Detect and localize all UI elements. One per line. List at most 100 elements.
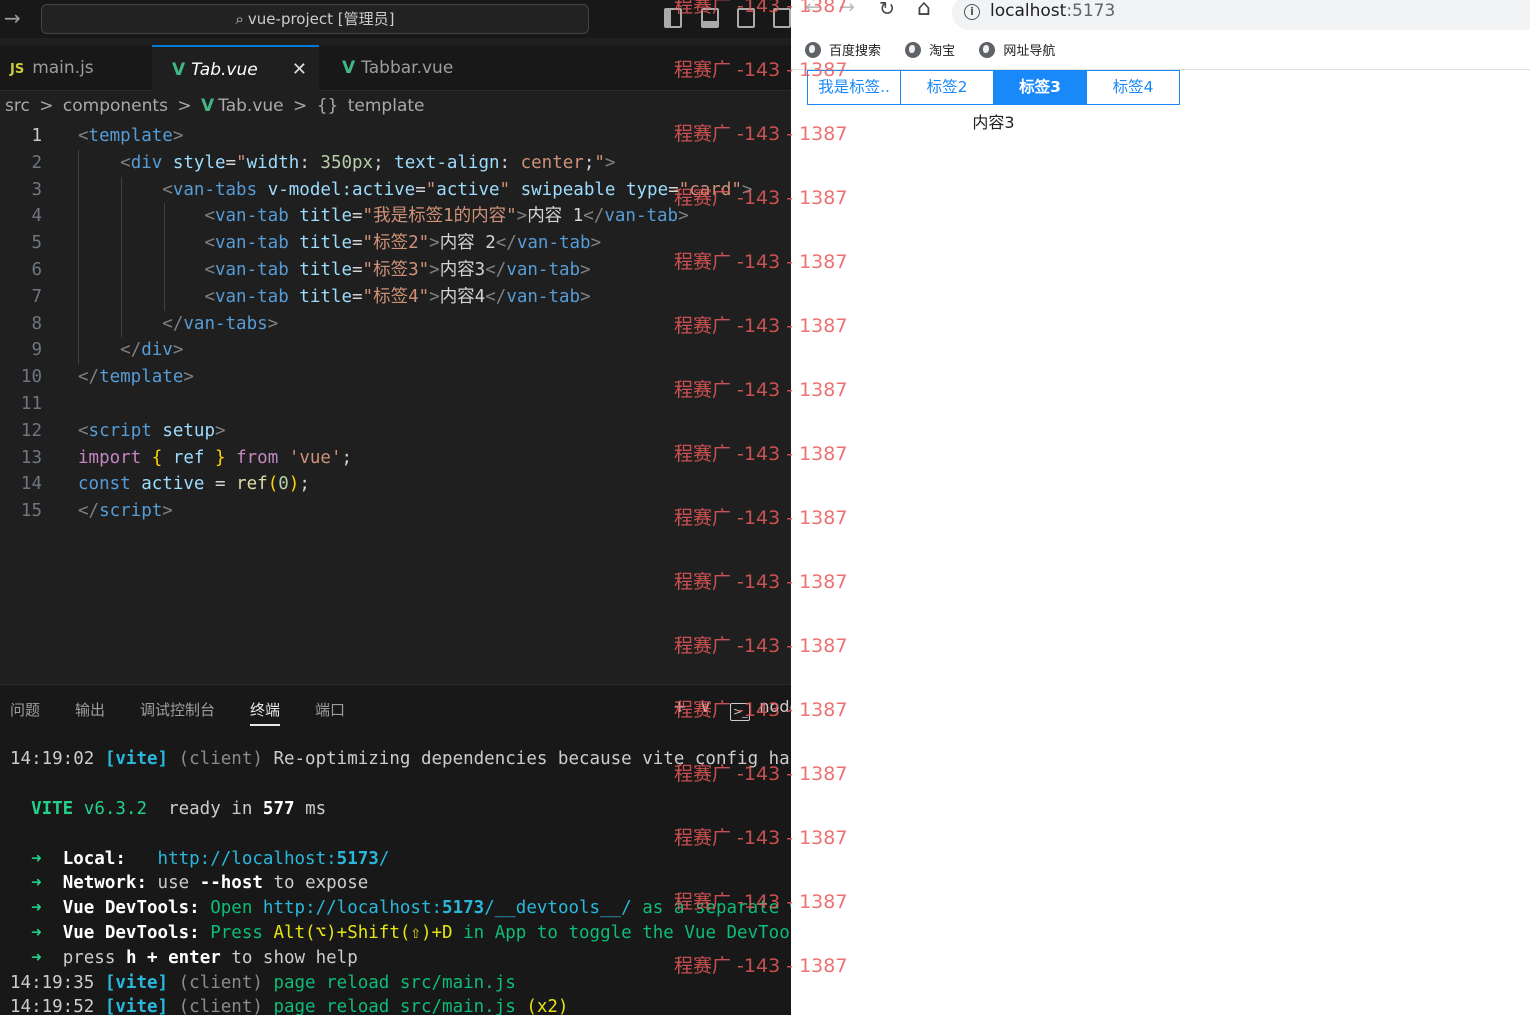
- line-number: 14: [20, 474, 42, 495]
- log-source: [vite]: [104, 972, 169, 993]
- chevron-right-icon: >: [293, 96, 308, 116]
- line-number: 7: [31, 286, 42, 307]
- line-number: 1: [31, 126, 42, 146]
- van-tabs: 我是标签.. 标签2 标签3 标签4: [807, 70, 1180, 105]
- tab-output[interactable]: 输出: [75, 699, 105, 720]
- reload-icon[interactable]: ↻: [879, 0, 895, 20]
- tab-ports[interactable]: 端口: [315, 699, 345, 720]
- js-file-icon: JS: [10, 62, 25, 77]
- log-source: [vite]: [104, 749, 169, 769]
- log-time: 14:19:02: [10, 749, 95, 769]
- log-time: 14:19:52: [10, 997, 95, 1015]
- devtools-label: Vue DevTools:: [62, 898, 200, 919]
- bottom-panel: 问题 输出 调试控制台 终端 端口 + ∨ >_ node 14:19:02 […: [0, 684, 791, 1015]
- line-number: 9: [31, 340, 42, 361]
- network-text: use: [157, 873, 190, 894]
- line-number: 15: [20, 501, 42, 522]
- code-line: 7 <van-tab title="标签4">内容4</van-tab>: [0, 283, 791, 311]
- toggle-sidebar-icon[interactable]: [664, 8, 682, 28]
- log-scope: (client): [178, 997, 263, 1015]
- code-line: 12 <script setup>: [0, 418, 791, 445]
- code-line: 8 </van-tabs>: [0, 310, 791, 338]
- braces-icon: {}: [316, 96, 339, 116]
- tab-problems[interactable]: 问题: [10, 699, 40, 720]
- bookmark-taobao[interactable]: 淘宝: [905, 40, 955, 59]
- forward-icon[interactable]: →: [839, 0, 855, 18]
- line-number: 6: [31, 259, 42, 280]
- ms-unit: ms: [305, 798, 327, 819]
- log-message: Re-optimizing dependencies because vite …: [273, 749, 791, 769]
- ready-text: ready in: [168, 798, 253, 819]
- van-tab-2[interactable]: 标签2: [901, 71, 994, 104]
- add-terminal-icon[interactable]: +: [673, 697, 686, 716]
- code-line: 13 import { ref } from 'vue';: [0, 445, 791, 472]
- code-line: 14 const active = ref(0);: [0, 471, 791, 498]
- network-text: to expose: [273, 873, 369, 894]
- vue-file-icon: V: [200, 96, 215, 116]
- line-number: 3: [31, 179, 42, 200]
- breadcrumb-src[interactable]: src: [5, 96, 30, 116]
- breadcrumb-file[interactable]: Tab.vue: [218, 96, 283, 116]
- title-bar: → ⌕ vue-project [管理员]: [0, 0, 791, 38]
- breadcrumb-symbol[interactable]: template: [348, 96, 425, 116]
- line-number: 10: [20, 367, 42, 388]
- van-tab-3[interactable]: 标签3: [994, 71, 1087, 104]
- arrow-right-icon: ➜: [31, 848, 42, 869]
- terminal-name[interactable]: node: [759, 697, 791, 716]
- ready-ms: 577: [262, 798, 295, 819]
- address-host: localhost: [990, 1, 1067, 21]
- vite-version: v6.3.2: [83, 798, 147, 819]
- back-arrow-icon[interactable]: →: [4, 6, 21, 30]
- terminal-output[interactable]: 14:19:02 [vite] (client) Re-optimizing d…: [10, 747, 791, 1015]
- address-bar[interactable]: i localhost:5173: [952, 0, 1530, 30]
- screen: → ⌕ vue-project [管理员] JS main.js V Tab.vue …: [0, 0, 1530, 1015]
- log-count: (x2): [526, 997, 569, 1015]
- tab-terminal[interactable]: 终端: [250, 699, 281, 726]
- browser-toolbar: ← → ↻ ⌂ i localhost:5173: [791, 0, 1530, 30]
- customize-layout-icon[interactable]: [773, 8, 791, 28]
- close-icon[interactable]: ✕: [292, 47, 307, 93]
- command-center[interactable]: ⌕ vue-project [管理员]: [41, 4, 589, 34]
- local-url[interactable]: http://localhost:5173/: [158, 849, 390, 869]
- bookmark-label: 淘宝: [929, 44, 956, 59]
- code-line: 9 </div>: [0, 337, 791, 365]
- line-number: 4: [31, 206, 42, 227]
- tab-label: main.js: [32, 58, 94, 78]
- toggle-secondary-sidebar-icon[interactable]: [737, 8, 755, 28]
- van-tab-4[interactable]: 标签4: [1087, 71, 1179, 104]
- log-scope: (client): [178, 749, 263, 769]
- van-tab-1[interactable]: 我是标签..: [808, 71, 901, 104]
- log-time: 14:19:35: [10, 972, 95, 993]
- tab-tab-vue[interactable]: V Tab.vue ✕: [152, 45, 319, 91]
- arrow-right-icon: ➜: [31, 873, 42, 894]
- arrow-right-icon: ➜: [31, 922, 42, 943]
- code-line: 3 <van-tabs v-model:active="active" swip…: [0, 176, 791, 204]
- breadcrumb: src > components > V Tab.vue > {} templat…: [5, 96, 429, 120]
- breadcrumb-components[interactable]: components: [63, 96, 168, 116]
- home-icon[interactable]: ⌂: [917, 0, 931, 21]
- toggle-panel-icon[interactable]: [701, 8, 719, 28]
- tab-label: Tabbar.vue: [361, 58, 454, 78]
- back-icon[interactable]: ←: [805, 0, 821, 18]
- bookmark-baidu[interactable]: 百度搜索: [805, 40, 881, 59]
- browser-window: ← → ↻ ⌂ i localhost:5173 百度搜索 淘宝 网址导航 我是标…: [791, 0, 1530, 1015]
- line-number: 11: [20, 393, 42, 414]
- code-line: 2 <div style="width: 350px; text-align: …: [0, 149, 791, 177]
- vue-file-icon: V: [342, 58, 356, 78]
- tab-label: Tab.vue: [191, 60, 258, 80]
- network-label: Network:: [62, 873, 147, 894]
- tab-debug-console[interactable]: 调试控制台: [140, 699, 215, 720]
- devtools-url[interactable]: http://localhost:5173/__devtools__/: [263, 898, 632, 918]
- line-number: 13: [20, 447, 42, 468]
- arrow-right-icon: ➜: [31, 947, 42, 968]
- bookmark-nav[interactable]: 网址导航: [979, 40, 1055, 59]
- info-icon[interactable]: i: [964, 4, 980, 20]
- chevron-right-icon: >: [177, 96, 192, 116]
- chevron-down-icon[interactable]: ∨: [700, 697, 712, 716]
- code-editor[interactable]: 1 <template> 2 <div style="width: 350px; …: [0, 123, 791, 525]
- tab-main-js[interactable]: JS main.js: [0, 45, 150, 91]
- chevron-right-icon: >: [39, 96, 54, 116]
- command-center-title: vue-project [管理员]: [247, 10, 395, 28]
- tab-tabbar-vue[interactable]: V Tabbar.vue: [322, 45, 490, 91]
- code-line: 1 <template>: [0, 123, 791, 150]
